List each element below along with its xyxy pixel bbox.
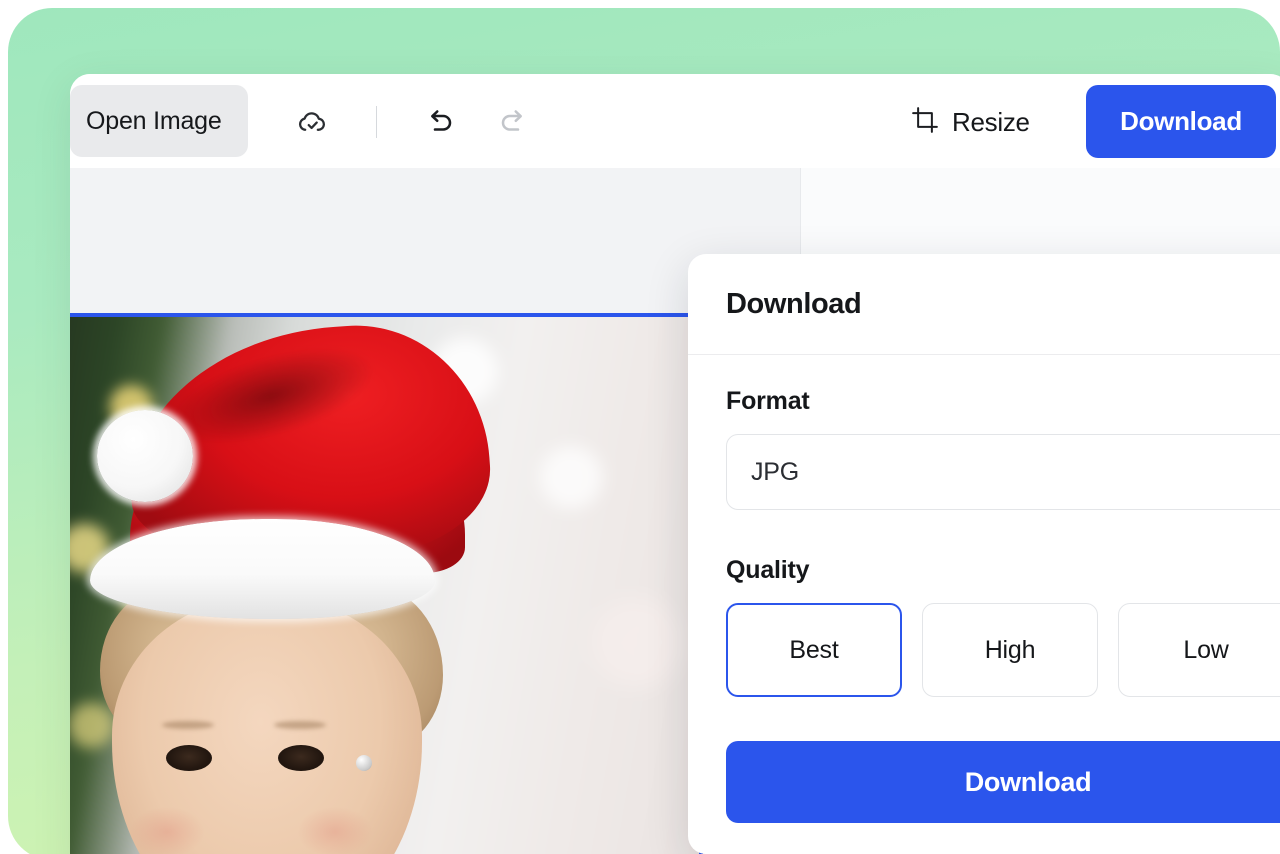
image-selection-frame[interactable] (70, 313, 703, 854)
resize-label: Resize (952, 106, 1030, 137)
toolbar-download-button[interactable]: Download (1086, 85, 1276, 158)
eye-right (278, 745, 324, 771)
photo-subject (70, 317, 699, 854)
undo-icon[interactable] (416, 100, 460, 144)
quality-options: Best High Low (726, 603, 1280, 697)
open-image-button[interactable]: Open Image (70, 85, 248, 157)
dialog-download-label: Download (964, 766, 1092, 797)
download-dialog: Download Format JPG Quality Best High Lo… (688, 254, 1280, 854)
eyebrow-right (274, 721, 326, 729)
dialog-title: Download (726, 287, 862, 320)
quality-option-low-label: Low (1183, 635, 1229, 664)
earring (356, 755, 372, 771)
dialog-body: Format JPG Quality Best High Low Downloa… (688, 355, 1280, 823)
eyebrow-left (162, 721, 214, 729)
quality-option-high-label: High (984, 635, 1036, 664)
image-editor-window: Open Image Resize Download Download Form… (70, 74, 1280, 854)
dialog-header: Download (688, 254, 1280, 355)
quality-option-best-label: Best (789, 635, 839, 664)
eye-left (166, 745, 212, 771)
editor-toolbar: Open Image Resize Download (70, 74, 1280, 169)
quality-option-best[interactable]: Best (726, 603, 902, 697)
cheek-right (298, 807, 372, 854)
toolbar-download-label: Download (1120, 106, 1242, 136)
screenshot-stage: Open Image Resize Download Download Form… (0, 0, 1280, 854)
quality-option-high[interactable]: High (922, 603, 1098, 697)
crop-resize-icon (910, 105, 940, 140)
cloud-check-icon[interactable] (291, 100, 335, 144)
format-label: Format (726, 387, 810, 415)
open-image-label: Open Image (86, 106, 222, 135)
redo-icon[interactable] (493, 100, 537, 144)
quality-label: Quality (726, 556, 810, 584)
santa-hat-pompom (97, 410, 193, 502)
format-selected-value: JPG (751, 457, 800, 486)
format-select[interactable]: JPG (726, 434, 1280, 510)
toolbar-divider (376, 106, 377, 138)
resize-button[interactable]: Resize (910, 100, 1030, 144)
cheek-left (130, 807, 204, 854)
dialog-download-button[interactable]: Download (726, 741, 1280, 823)
quality-option-low[interactable]: Low (1118, 603, 1280, 697)
